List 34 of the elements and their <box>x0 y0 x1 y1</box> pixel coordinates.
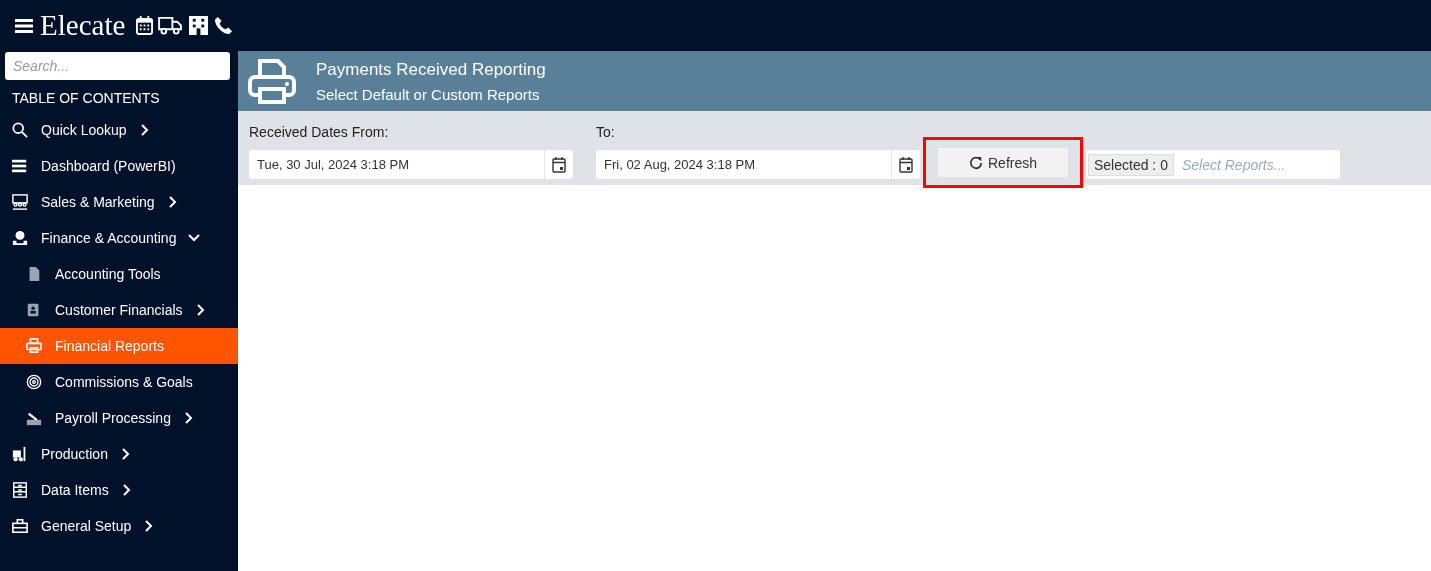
from-date-field[interactable]: Tue, 30 Jul, 2024 3:18 PM <box>249 150 573 179</box>
sidebar-item[interactable]: Sales & Marketing <box>0 184 238 220</box>
sidebar-item[interactable]: Commissions & Goals <box>0 364 238 400</box>
sidebar-item[interactable]: Dashboard (PowerBI) <box>0 148 238 184</box>
sidebar-heading: TABLE OF CONTENTS <box>11 89 161 108</box>
sidebar-item[interactable]: Accounting Tools <box>0 256 238 292</box>
sidebar-item[interactable]: Data Items <box>0 472 238 508</box>
menu-icon[interactable] <box>15 17 33 34</box>
target-icon <box>26 374 42 390</box>
printer-icon <box>248 58 296 104</box>
from-date-label: Received Dates From: <box>249 124 390 140</box>
printer-icon <box>26 338 42 354</box>
truck-icon[interactable] <box>158 16 184 35</box>
phone-icon[interactable] <box>214 16 234 35</box>
sidebar-item[interactable]: Finance & Accounting <box>0 220 238 256</box>
sidebar-item[interactable]: Quick Lookup <box>0 112 238 148</box>
to-date-field[interactable]: Fri, 02 Aug, 2024 3:18 PM <box>596 150 920 179</box>
refresh-icon <box>969 155 983 170</box>
search-field[interactable]: Search... <box>5 52 230 80</box>
reports-select-field[interactable]: Selected : 0 Select Reports... <box>1086 150 1340 179</box>
brand-logo[interactable]: Elecate <box>40 9 126 42</box>
building-icon[interactable] <box>188 16 210 35</box>
calendar-icon[interactable] <box>552 156 566 173</box>
sidebar-item[interactable]: Production <box>0 436 238 472</box>
refresh-button[interactable]: Refresh <box>938 148 1068 177</box>
selected-count: Selected : 0 <box>1088 153 1174 176</box>
pen-icon <box>26 410 42 426</box>
to-date-label: To: <box>596 124 616 140</box>
page-subtitle: Select Default or Custom Reports <box>316 85 541 103</box>
sidebar-item[interactable]: Payroll Processing <box>0 400 238 436</box>
sidebar-item[interactable]: General Setup <box>0 508 238 544</box>
page-title: Payments Received Reporting <box>316 59 546 80</box>
calendar-icon[interactable] <box>899 156 913 173</box>
sidebar-item[interactable]: Customer Financials <box>0 292 238 328</box>
